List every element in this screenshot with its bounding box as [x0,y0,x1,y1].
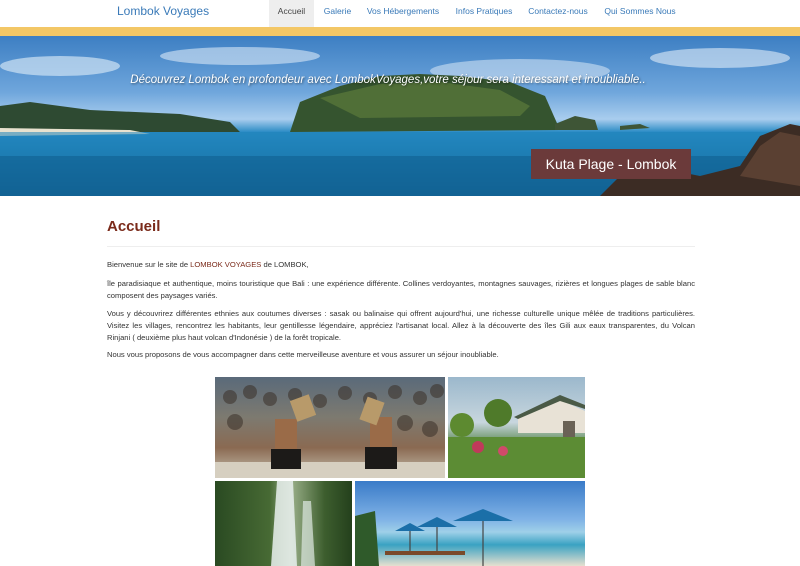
brand-logo[interactable]: Lombok Voyages [117,4,209,18]
hero-subtitle: Découvrez Lombok en profondeur avec Lomb… [130,74,646,86]
photo-resort-garden [448,377,585,478]
paragraph-3: Nous vous proposons de vous accompagner … [107,350,499,359]
paragraph-2: Vous y découvrirez différentes ethnies a… [107,309,695,342]
accent-bar [0,27,800,36]
nav-hebergements[interactable]: Vos Hébergements [364,0,442,27]
top-navbar: Lombok Voyages Accueil Galerie Vos Héber… [0,0,800,27]
fight-scene-image [215,384,445,478]
photo-waterfall [215,481,352,566]
intro-paragraph: Bienvenue sur le site de LOMBOK VOYAGES … [107,259,695,271]
nav-accueil[interactable]: Accueil [269,0,314,27]
nav-qui-sommes-nous[interactable]: Qui Sommes Nous [601,0,679,27]
nav-contact[interactable]: Contactez-nous [525,0,591,27]
paragraph-1: île paradisiaque et authentique, moins t… [107,279,695,300]
waterfall-image [271,481,315,566]
intro-suffix: de LOMBOK, [261,260,309,269]
intro-highlight: LOMBOK VOYAGES [190,260,262,269]
intro-prefix: Bienvenue sur le site de [107,260,191,269]
hero-banner: Découvrez Lombok en profondeur avec Lomb… [0,36,800,196]
photo-beach-umbrellas [355,481,585,566]
page-title: Accueil [107,218,161,235]
nav-infos-pratiques[interactable]: Infos Pratiques [451,0,517,27]
beach-umbrellas-image [355,509,513,566]
slide-caption: Kuta Plage - Lombok [531,149,691,179]
title-divider [107,246,695,247]
garden-image [448,395,585,478]
nav-galerie[interactable]: Galerie [321,0,354,27]
photo-traditional-fight [215,377,445,478]
